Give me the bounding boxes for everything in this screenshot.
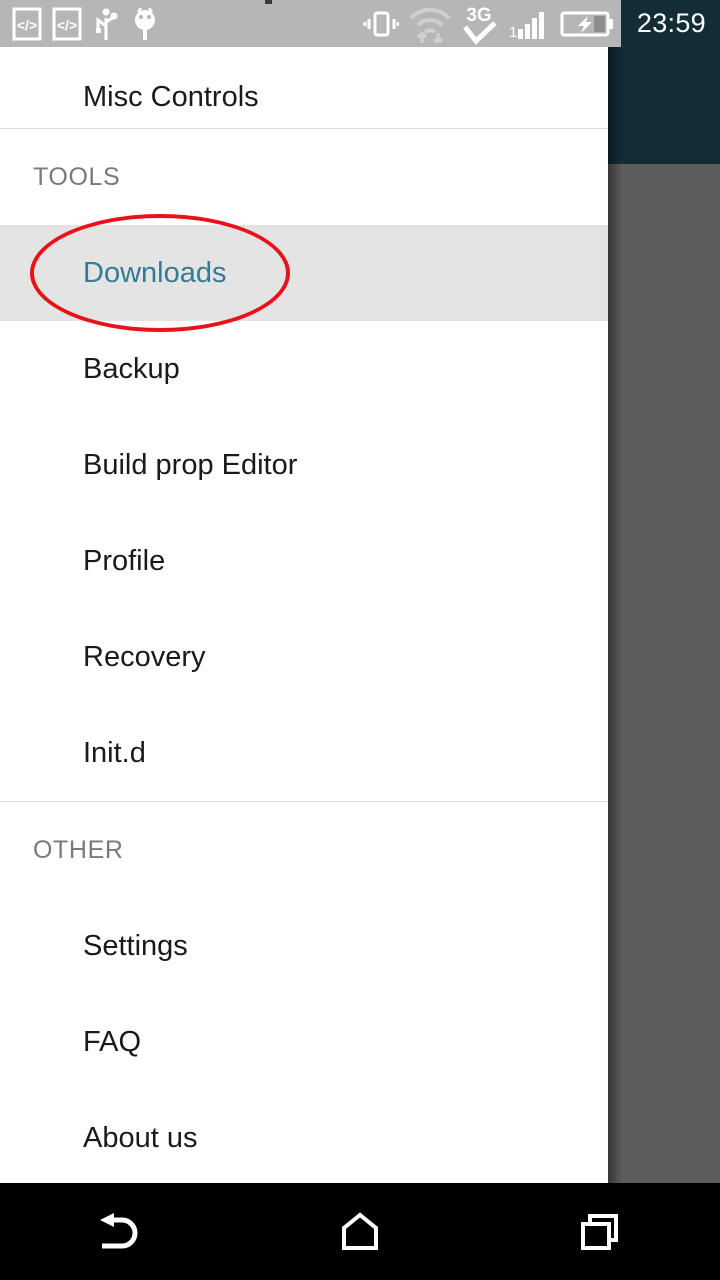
menu-item-settings[interactable]: Settings bbox=[0, 898, 608, 994]
menu-item-misc-controls[interactable]: Misc Controls bbox=[0, 47, 608, 128]
battery-charging-icon bbox=[560, 11, 613, 36]
menu-item-label: Recovery bbox=[83, 640, 206, 673]
status-bar-clock: 23:59 bbox=[620, 0, 720, 47]
status-bar-right-icons: 3G 1 23:59 bbox=[363, 0, 720, 47]
drawer-edge-shadow bbox=[608, 47, 622, 1183]
back-button[interactable] bbox=[40, 1183, 200, 1280]
section-header-tools: TOOLS bbox=[0, 129, 608, 225]
menu-item-about-us[interactable]: About us bbox=[0, 1090, 608, 1186]
menu-item-recovery[interactable]: Recovery bbox=[0, 609, 608, 705]
system-navigation-bar bbox=[0, 1183, 720, 1280]
menu-item-build-prop-editor[interactable]: Build prop Editor bbox=[0, 417, 608, 513]
svg-text:</>: </> bbox=[57, 17, 77, 33]
menu-item-label: About us bbox=[83, 1121, 198, 1154]
back-arrow-icon bbox=[100, 1212, 138, 1248]
menu-item-label: Settings bbox=[83, 929, 188, 962]
menu-item-downloads[interactable]: Downloads bbox=[0, 225, 608, 321]
section-header-other: OTHER bbox=[0, 802, 608, 898]
status-bar: </> </> 3G 1 23:59 bbox=[0, 0, 720, 47]
menu-item-label: Misc Controls bbox=[83, 81, 259, 113]
cellular-signal-icon: 1 bbox=[509, 11, 544, 41]
menu-item-profile[interactable]: Profile bbox=[0, 513, 608, 609]
developer-code-icon-1: </> bbox=[12, 7, 42, 40]
menu-item-label: Profile bbox=[83, 544, 166, 577]
svg-text:3G: 3G bbox=[466, 5, 491, 26]
menu-item-label: Build prop Editor bbox=[83, 448, 298, 481]
android-debug-bridge-icon bbox=[135, 6, 155, 40]
svg-text:</>: </> bbox=[17, 17, 37, 33]
drawer-scroll-container[interactable]: Misc Controls TOOLS Downloads Backup Bui… bbox=[0, 47, 608, 1186]
recents-squares-icon bbox=[581, 1213, 618, 1250]
developer-code-icon-2: </> bbox=[52, 7, 82, 40]
mobile-data-3g-icon: 3G bbox=[462, 5, 497, 45]
clock-text: 23:59 bbox=[636, 8, 706, 38]
menu-item-faq[interactable]: FAQ bbox=[0, 994, 608, 1090]
android-screen: Misc Controls TOOLS Downloads Backup Bui… bbox=[0, 0, 720, 1280]
svg-text:1: 1 bbox=[509, 24, 517, 41]
recents-button[interactable] bbox=[520, 1183, 680, 1280]
navigation-drawer: Misc Controls TOOLS Downloads Backup Bui… bbox=[0, 47, 608, 1186]
vibrate-mode-icon bbox=[363, 11, 399, 36]
section-title: OTHER bbox=[33, 835, 124, 864]
menu-item-init-d[interactable]: Init.d bbox=[0, 705, 608, 801]
home-icon bbox=[342, 1211, 378, 1250]
screen-artifact bbox=[265, 0, 272, 4]
section-title: TOOLS bbox=[33, 162, 121, 191]
home-button[interactable] bbox=[280, 1183, 440, 1280]
wifi-signal-icon bbox=[409, 7, 451, 43]
menu-item-label: Init.d bbox=[83, 736, 146, 769]
menu-item-label: Downloads bbox=[83, 256, 227, 289]
usb-debugging-icon bbox=[96, 8, 118, 40]
status-bar-left-icons: </> </> bbox=[12, 0, 160, 47]
menu-item-label: FAQ bbox=[83, 1025, 142, 1058]
menu-item-label: Backup bbox=[83, 352, 180, 385]
menu-item-backup[interactable]: Backup bbox=[0, 321, 608, 417]
